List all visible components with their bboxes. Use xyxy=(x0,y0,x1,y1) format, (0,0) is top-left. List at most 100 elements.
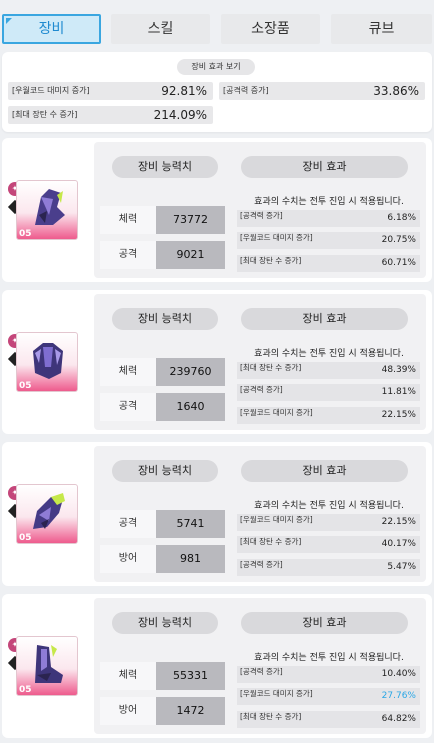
tab-label: 스킬 xyxy=(147,21,174,37)
equipment-effect-summary: 장비 효과 보기 [우월코드 대미지 증가] 92.81% [공격력 증가] 3… xyxy=(2,52,432,132)
effect-label: [최대 장탄 수 증가] xyxy=(240,537,302,546)
stats-header: 장비 능력치 xyxy=(112,156,218,178)
effect-value: 10.40% xyxy=(381,669,416,679)
effect-label: [우월코드 대미지 증가] xyxy=(240,689,313,698)
equipment-panel: 장비 능력치 장비 효과 효과의 수치는 전투 진입 시 적용됩니다. 공격 5… xyxy=(94,446,426,582)
stat-name: 방어 xyxy=(100,545,156,573)
stat-value: 1472 xyxy=(156,697,225,725)
effect-label: [최대 장탄 수 증가] xyxy=(240,363,302,372)
stat-name: 방어 xyxy=(100,697,156,725)
effect-row: [공격력 증가] 11.81% xyxy=(237,384,420,401)
effect-row: [최대 장탄 수 증가] 60.71% xyxy=(237,255,420,272)
equipment-card[interactable]: ✦ 05 장비 능력치 장비 효과 효과의 수치는 전투 진입 시 적용됩니다.… xyxy=(2,138,432,282)
equipment-card[interactable]: ✦ 05 장비 능력치 장비 효과 효과의 수치는 전투 진입 시 적용됩니다.… xyxy=(2,594,432,738)
stat-row: 공격 5741 xyxy=(100,510,225,538)
stat-name: 체력 xyxy=(100,662,156,690)
effect-note: 효과의 수치는 전투 진입 시 적용됩니다. xyxy=(254,197,404,207)
stat-value: 1640 xyxy=(156,393,225,421)
summary-label: [공격력 증가] xyxy=(223,86,269,95)
tab-skill[interactable]: 스킬 xyxy=(111,14,210,44)
stat-row: 방어 1472 xyxy=(100,697,225,725)
summary-label: [최대 장탄 수 증가] xyxy=(12,110,78,119)
equipment-level: 05 xyxy=(19,533,32,543)
effect-label: [우월코드 대미지 증가] xyxy=(240,515,313,524)
effect-value: 22.15% xyxy=(381,517,416,527)
stat-row: 체력 73772 xyxy=(100,206,225,234)
gloves-icon[interactable]: 05 xyxy=(16,484,78,544)
summary-value: 33.86% xyxy=(373,84,419,98)
effect-value: 27.76% xyxy=(381,691,416,701)
equipment-level: 05 xyxy=(19,229,32,239)
equipment-card[interactable]: ✦ 05 장비 능력치 장비 효과 효과의 수치는 전투 진입 시 적용됩니다.… xyxy=(2,290,432,434)
effect-value: 6.18% xyxy=(387,213,416,223)
summary-row: [우월코드 대미지 증가] 92.81% xyxy=(8,82,213,100)
stat-row: 공격 1640 xyxy=(100,393,225,421)
effect-label: [최대 장탄 수 증가] xyxy=(240,712,302,721)
effect-value: 48.39% xyxy=(381,365,416,375)
armor-icon[interactable]: 05 xyxy=(16,332,78,392)
stat-name: 공격 xyxy=(100,393,156,421)
effect-note: 효과의 수치는 전투 진입 시 적용됩니다. xyxy=(254,653,404,663)
effect-label: [우월코드 대미지 증가] xyxy=(240,408,313,417)
effects-header: 장비 효과 xyxy=(241,612,408,634)
stat-row: 체력 55331 xyxy=(100,662,225,690)
effect-value: 60.71% xyxy=(381,258,416,268)
effect-label: [최대 장탄 수 증가] xyxy=(240,256,302,265)
stat-name: 체력 xyxy=(100,358,156,386)
tab-cube[interactable]: 큐브 xyxy=(331,14,432,44)
stats-header: 장비 능력치 xyxy=(112,460,218,482)
effect-value: 11.81% xyxy=(381,387,416,397)
effect-row: [공격력 증가] 10.40% xyxy=(237,666,420,683)
tab-label: 소장품 xyxy=(251,21,290,37)
effect-row: [최대 장탄 수 증가] 64.82% xyxy=(237,711,420,728)
effect-row: [우월코드 대미지 증가] 22.15% xyxy=(237,514,420,531)
stat-value: 55331 xyxy=(156,662,225,690)
effect-label: [공격력 증가] xyxy=(240,667,283,676)
stats-header: 장비 능력치 xyxy=(112,612,218,634)
effect-value: 22.15% xyxy=(381,410,416,420)
summary-label: [우월코드 대미지 증가] xyxy=(12,86,90,95)
effect-label: [공격력 증가] xyxy=(240,385,283,394)
effects-header: 장비 효과 xyxy=(241,308,408,330)
effect-row: [우월코드 대미지 증가] 22.15% xyxy=(237,407,420,424)
stat-row: 공격 9021 xyxy=(100,241,225,269)
summary-value: 214.09% xyxy=(153,108,207,122)
effect-row: [공격력 증가] 5.47% xyxy=(237,559,420,576)
summary-title[interactable]: 장비 효과 보기 xyxy=(177,59,255,75)
helmet-icon[interactable]: 05 xyxy=(16,180,78,240)
effect-value: 5.47% xyxy=(387,562,416,572)
stat-name: 공격 xyxy=(100,241,156,269)
effect-row: [우월코드 대미지 증가] 20.75% xyxy=(237,232,420,249)
tab-collection[interactable]: 소장품 xyxy=(221,14,320,44)
stat-value: 9021 xyxy=(156,241,225,269)
effect-note: 효과의 수치는 전투 진입 시 적용됩니다. xyxy=(254,349,404,359)
tab-bar: 장비 스킬 소장품 큐브 xyxy=(0,14,434,46)
effects-header: 장비 효과 xyxy=(241,460,408,482)
effect-row: [공격력 증가] 6.18% xyxy=(237,210,420,227)
effect-label: [우월코드 대미지 증가] xyxy=(240,233,313,242)
stat-name: 체력 xyxy=(100,206,156,234)
tab-equipment[interactable]: 장비 xyxy=(2,14,101,44)
stat-value: 73772 xyxy=(156,206,225,234)
boots-icon[interactable]: 05 xyxy=(16,636,78,696)
effect-value: 20.75% xyxy=(381,235,416,245)
stat-row: 체력 239760 xyxy=(100,358,225,386)
effect-row: [우월코드 대미지 증가] 27.76% xyxy=(237,688,420,705)
tab-label: 큐브 xyxy=(368,21,395,37)
stat-value: 5741 xyxy=(156,510,225,538)
stat-value: 239760 xyxy=(156,358,225,386)
effect-row: [최대 장탄 수 증가] 40.17% xyxy=(237,536,420,553)
effect-note: 효과의 수치는 전투 진입 시 적용됩니다. xyxy=(254,501,404,511)
equipment-card[interactable]: ✦ 05 장비 능력치 장비 효과 효과의 수치는 전투 진입 시 적용됩니다.… xyxy=(2,442,432,586)
equipment-level: 05 xyxy=(19,381,32,391)
summary-row: [최대 장탄 수 증가] 214.09% xyxy=(8,106,213,124)
effect-label: [공격력 증가] xyxy=(240,560,283,569)
summary-value: 92.81% xyxy=(161,84,207,98)
effect-row: [최대 장탄 수 증가] 48.39% xyxy=(237,362,420,379)
equipment-panel: 장비 능력치 장비 효과 효과의 수치는 전투 진입 시 적용됩니다. 체력 7… xyxy=(94,142,426,278)
equipment-panel: 장비 능력치 장비 효과 효과의 수치는 전투 진입 시 적용됩니다. 체력 5… xyxy=(94,598,426,734)
effect-value: 40.17% xyxy=(381,539,416,549)
effect-value: 64.82% xyxy=(381,714,416,724)
summary-row: [공격력 증가] 33.86% xyxy=(219,82,425,100)
effects-header: 장비 효과 xyxy=(241,156,408,178)
